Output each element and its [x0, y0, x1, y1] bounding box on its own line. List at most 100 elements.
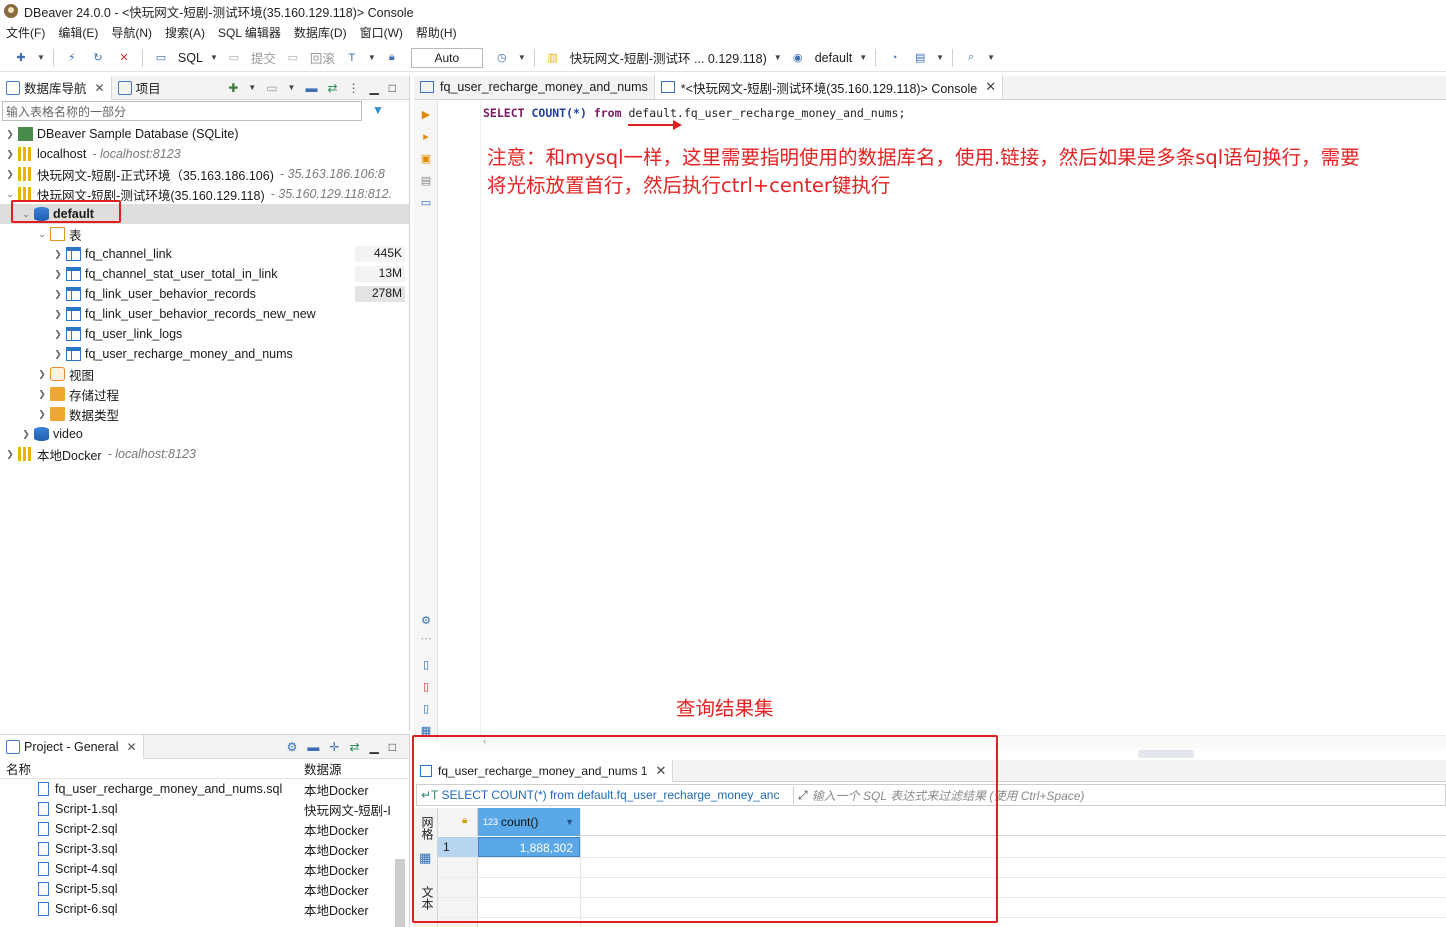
table-item[interactable]: ❯ fq_channel_stat_user_total_in_link 13M	[0, 264, 409, 284]
scrollbar[interactable]	[395, 859, 405, 927]
chevron-down-icon[interactable]: ▼	[518, 53, 526, 62]
sql-button[interactable]: SQL	[178, 51, 203, 65]
list-item[interactable]: Script-1.sql 快玩网文-短剧-I	[0, 799, 409, 819]
list-item[interactable]: Script-6.sql 本地Docker	[0, 899, 409, 919]
new-connection-icon[interactable]: ✚	[13, 50, 29, 66]
chevron-down-icon[interactable]: ▼	[936, 53, 944, 62]
chevron-down-icon[interactable]: ▼	[210, 53, 218, 62]
minimize-icon[interactable]: ▁	[370, 81, 379, 95]
chevron-right-icon[interactable]: ❯	[52, 289, 64, 300]
new-connection-icon[interactable]: ✚	[228, 81, 238, 95]
chevron-right-icon[interactable]: ❯	[52, 269, 64, 280]
explain-plan-icon[interactable]: ▤	[420, 175, 432, 187]
chevron-right-icon[interactable]: ❯	[4, 169, 16, 180]
tab-project-general[interactable]: Project - General ✕	[0, 734, 144, 759]
chevron-down-icon[interactable]: ⌄	[4, 189, 16, 200]
chevron-right-icon[interactable]: ❯	[52, 309, 64, 320]
rollback-button[interactable]: 回滚	[310, 48, 335, 67]
chevron-right-icon[interactable]: ❯	[52, 249, 64, 260]
expand-all-icon[interactable]: ✛	[329, 740, 339, 754]
chevron-down-icon[interactable]: ▼	[987, 53, 995, 62]
tree-item[interactable]: ❯ localhost - localhost:8123	[0, 144, 409, 164]
disconnect-icon[interactable]: ✕	[116, 50, 132, 66]
tree-item[interactable]: ❯ 数据类型	[0, 404, 409, 424]
tree-item[interactable]: ⌄ 表	[0, 224, 409, 244]
rollback-icon[interactable]: ▭	[285, 50, 301, 66]
table-filter-input[interactable]: 输入表格名称的一部分	[2, 101, 362, 121]
history-icon[interactable]: ◷	[494, 50, 510, 66]
menu-database[interactable]: 数据库(D)	[294, 24, 347, 41]
active-datasource-select[interactable]: 快玩网文-短剧-测试环 ... 0.129.118)	[570, 48, 767, 67]
terminal-icon[interactable]: ▭	[420, 197, 432, 209]
execute-statement-icon[interactable]: ▶	[420, 109, 432, 121]
column-source-header[interactable]: 数据源	[304, 759, 394, 778]
chevron-down-icon[interactable]: ▼	[37, 53, 45, 62]
tree-item[interactable]: ❯ DBeaver Sample Database (SQLite)	[0, 124, 409, 144]
lock-icon[interactable]: 🔒︎	[384, 50, 400, 66]
chevron-right-icon[interactable]: ❯	[4, 449, 16, 460]
list-item[interactable]: fq_user_recharge_money_and_nums.sql 本地Do…	[0, 779, 409, 799]
filter-icon[interactable]: ▼	[372, 103, 384, 117]
chevron-down-icon[interactable]: ▼	[288, 83, 296, 92]
menu-search[interactable]: 搜索(A)	[165, 24, 205, 41]
chevron-down-icon[interactable]: ▼	[859, 53, 867, 62]
execute-in-new-tab-icon[interactable]: ▸	[420, 131, 432, 143]
table-item[interactable]: ❯ fq_user_link_logs	[0, 324, 409, 344]
table-item[interactable]: ❯ fq_link_user_behavior_records_new_new	[0, 304, 409, 324]
view-menu-icon[interactable]: ⋮	[348, 81, 360, 95]
collapse-all-icon[interactable]: ▬	[307, 740, 319, 754]
link-editor-icon[interactable]: ⇄	[327, 81, 337, 95]
transaction-icon[interactable]: T	[344, 50, 360, 66]
chevron-down-icon[interactable]: ▼	[774, 53, 782, 62]
menu-window[interactable]: 窗口(W)	[360, 24, 403, 41]
collapse-all-icon[interactable]: ▬	[305, 81, 317, 95]
list-item[interactable]: Script-4.sql 本地Docker	[0, 859, 409, 879]
chevron-right-icon[interactable]: ❯	[4, 149, 16, 160]
tab-table-editor[interactable]: fq_user_recharge_money_and_nums	[414, 75, 655, 99]
save-to-file-icon[interactable]: ▯	[420, 681, 432, 693]
more-dots-icon[interactable]: ⋯	[420, 633, 432, 645]
table-item[interactable]: ❯ fq_channel_link 445K	[0, 244, 409, 264]
link-editor-icon[interactable]: ⇄	[349, 740, 359, 754]
new-folder-icon[interactable]: ▭	[266, 81, 277, 95]
list-item[interactable]: Script-3.sql 本地Docker	[0, 839, 409, 859]
tools-icon[interactable]: ▤	[912, 50, 928, 66]
close-icon[interactable]: ✕	[95, 81, 105, 95]
gear-icon[interactable]: ⚙	[287, 740, 298, 754]
connect-icon[interactable]: ⚡	[64, 50, 80, 66]
import-icon[interactable]: ▯	[420, 703, 432, 715]
execute-script-icon[interactable]: ▣	[420, 153, 432, 165]
panel-splitter-handle[interactable]	[1138, 750, 1194, 758]
dashboard-icon[interactable]: ◔	[886, 50, 902, 66]
tree-item[interactable]: ❯ 本地Docker - localhost:8123	[0, 444, 409, 464]
tree-item[interactable]: ❯ 快玩网文-短剧-正式环境（35.163.186.106) - 35.163.…	[0, 164, 409, 184]
table-item[interactable]: ❯ fq_user_recharge_money_and_nums	[0, 344, 409, 364]
sql-statement[interactable]: SELECT COUNT(*) from default.fq_user_rec…	[483, 106, 905, 120]
tab-database-navigator[interactable]: 数据库导航 ✕	[0, 75, 112, 100]
gear-icon[interactable]: ⚙	[420, 615, 432, 627]
maximize-icon[interactable]: □	[389, 81, 396, 95]
close-icon[interactable]: ✕	[126, 740, 136, 754]
tab-projects[interactable]: 项目	[112, 76, 167, 100]
menu-edit[interactable]: 编辑(E)	[58, 24, 98, 41]
chevron-down-icon[interactable]: ▼	[368, 53, 376, 62]
menu-file[interactable]: 文件(F)	[6, 24, 45, 41]
chevron-right-icon[interactable]: ❯	[4, 129, 16, 140]
tab-sql-console[interactable]: *<快玩网文-短剧-测试环境(35.160.129.118)> Console …	[654, 75, 1004, 99]
minimize-icon[interactable]: ▁	[370, 740, 379, 754]
menu-help[interactable]: 帮助(H)	[416, 24, 457, 41]
chevron-down-icon[interactable]: ⌄	[36, 229, 48, 240]
table-item[interactable]: ❯ fq_link_user_behavior_records 278M	[0, 284, 409, 304]
commit-icon[interactable]: ▭	[226, 50, 242, 66]
close-icon[interactable]: ✕	[985, 79, 996, 95]
menu-sql-editor[interactable]: SQL 编辑器	[218, 24, 281, 41]
chevron-right-icon[interactable]: ❯	[52, 329, 64, 340]
list-item[interactable]: Script-5.sql 本地Docker	[0, 879, 409, 899]
reconnect-icon[interactable]: ↻	[90, 50, 106, 66]
search-icon[interactable]: ⌕	[963, 50, 979, 66]
active-schema-select[interactable]: default	[815, 51, 853, 65]
chevron-right-icon[interactable]: ❯	[36, 409, 48, 420]
list-item[interactable]: Script-2.sql 本地Docker	[0, 819, 409, 839]
tree-item[interactable]: ❯ 视图	[0, 364, 409, 384]
chevron-right-icon[interactable]: ❯	[52, 349, 64, 360]
